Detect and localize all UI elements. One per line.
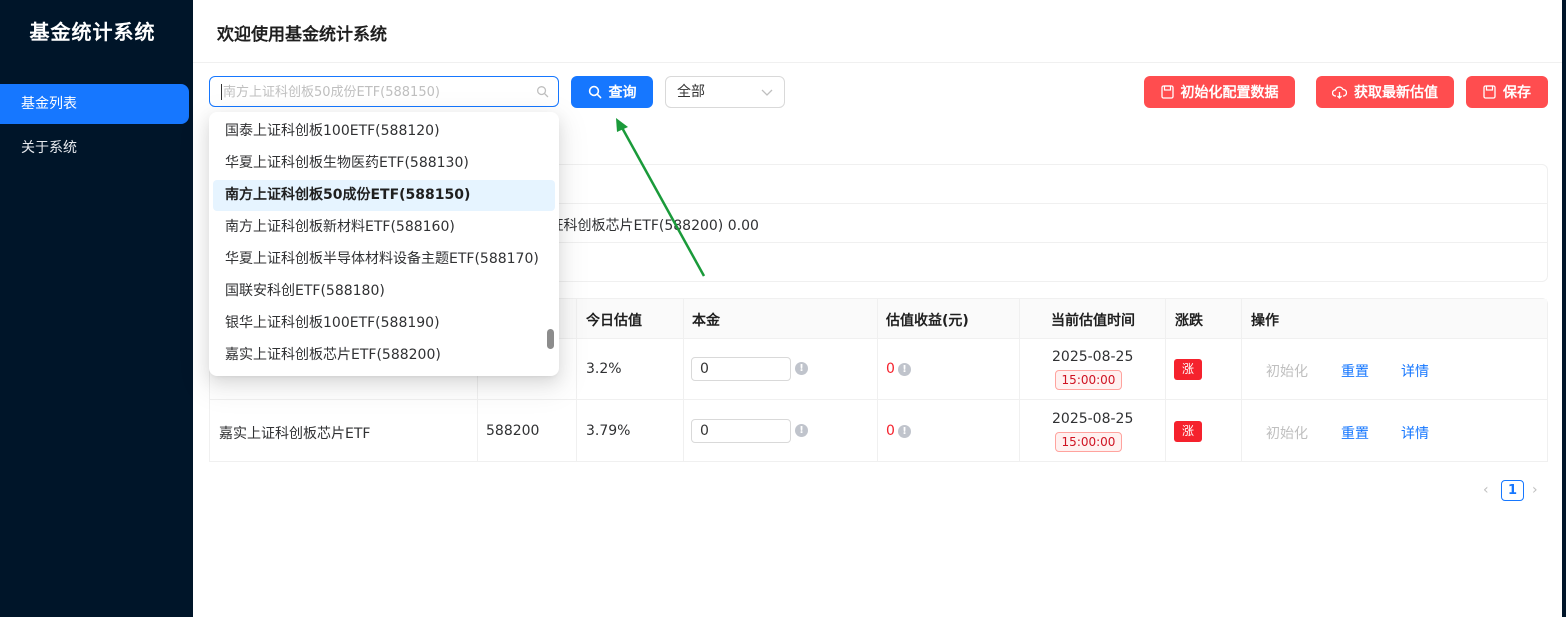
app-logo-title: 基金统计系统 [29,20,156,44]
save-icon [1483,85,1496,99]
column-divider [1019,299,1020,461]
sidebar-item-about[interactable]: 关于系统 [0,128,189,168]
init-row-button[interactable]: 初始化 [1266,423,1308,443]
time-tag: 15:00:00 [1055,370,1122,390]
principal-input[interactable]: 0 [691,419,791,443]
query-button-label: 查询 [608,85,637,101]
dropdown-option[interactable]: 嘉实上证科创板芯片ETF(588200) [213,340,555,371]
prev-page-icon[interactable]: ‹ [1483,482,1489,498]
time-tag: 15:00:00 [1055,432,1122,452]
cell-fund-name: 嘉实上证科创板芯片ETF [219,426,371,442]
dropdown-scrollbar[interactable] [547,329,554,349]
next-page-icon[interactable]: › [1532,482,1538,498]
save-button[interactable]: 保存 [1466,76,1548,108]
dropdown-option[interactable]: 银华上证科创板100ETF(588190) [213,308,555,339]
fetch-estimate-button[interactable]: 获取最新估值 [1316,76,1454,108]
detail-row-link[interactable]: 详情 [1401,361,1429,381]
detail-row-link[interactable]: 详情 [1401,423,1429,443]
cell-profit: 0 [886,423,895,439]
arrow-annotation [616,118,706,277]
fund-search-select[interactable] [209,76,559,107]
search-icon [588,85,601,99]
page-title: 欢迎使用基金统计系统 [217,25,387,45]
column-divider [877,299,878,461]
cell-estimate: 3.2% [586,361,622,377]
column-divider [683,299,684,461]
header-divider [193,62,1562,63]
cell-date: 2025-08-25 [1052,411,1134,427]
column-divider [576,299,577,461]
info-icon: ! [795,362,808,375]
text-cursor [221,84,222,100]
dropdown-option[interactable]: 国联安科创ETF(588180) [213,276,555,307]
search-input[interactable] [223,81,523,103]
sidebar: 基金统计系统 基金列表 关于系统 [0,0,193,617]
rise-badge: 涨 [1174,359,1202,380]
info-icon: ! [898,363,911,376]
cell-fund-code: 588200 [486,423,540,439]
info-icon: ! [795,424,808,437]
row-divider [210,399,1547,400]
column-divider [1165,299,1166,461]
init-row-button[interactable]: 初始化 [1266,361,1308,381]
page-1-button[interactable]: 1 [1501,480,1524,501]
column-divider [1241,299,1242,461]
column-header-actions: 操作 [1251,313,1279,329]
fetch-estimate-button-label: 获取最新估值 [1354,85,1438,101]
init-config-button-label: 初始化配置数据 [1180,85,1279,101]
init-config-button[interactable]: 初始化配置数据 [1144,76,1295,108]
column-header-estimate: 今日估值 [586,313,642,329]
column-header-profit: 估值收益(元) [886,313,969,329]
dropdown-option[interactable]: 华夏上证科创板半导体材料设备主题ETF(588170) [213,244,555,275]
save-icon [1160,85,1174,99]
sidebar-item-fund-list[interactable]: 基金列表 [0,84,189,124]
rise-badge: 涨 [1174,421,1202,442]
column-header-principal: 本金 [692,313,720,329]
cell-date: 2025-08-25 [1052,349,1134,365]
filter-select-value: 全部 [677,84,705,100]
cloud-download-icon [1332,85,1347,99]
dropdown-option[interactable]: 国泰上证科创板100ETF(588120) [213,116,555,147]
reset-row-button[interactable]: 重置 [1341,423,1369,443]
query-button[interactable]: 查询 [571,76,653,108]
reset-row-button[interactable]: 重置 [1341,361,1369,381]
info-icon: ! [898,425,911,438]
search-icon [537,86,549,98]
dropdown-option-selected[interactable]: 南方上证科创板50成份ETF(588150) [213,180,555,211]
cell-profit: 0 [886,361,895,377]
save-button-label: 保存 [1503,85,1531,101]
filter-select[interactable]: 全部 [665,76,785,108]
window-edge [1562,0,1566,617]
column-header-time: 当前估值时间 [1051,313,1135,329]
dropdown-option[interactable]: 南方上证科创板新材料ETF(588160) [213,212,555,243]
fund-select-dropdown: 国泰上证科创板100ETF(588120) 华夏上证科创板生物医药ETF(588… [209,112,559,376]
cell-estimate: 3.79% [586,423,631,439]
column-header-change: 涨跌 [1175,313,1203,329]
principal-input[interactable]: 0 [691,357,791,381]
chevron-down-icon [761,89,773,96]
dropdown-option[interactable]: 华夏上证科创板生物医药ETF(588130) [213,148,555,179]
